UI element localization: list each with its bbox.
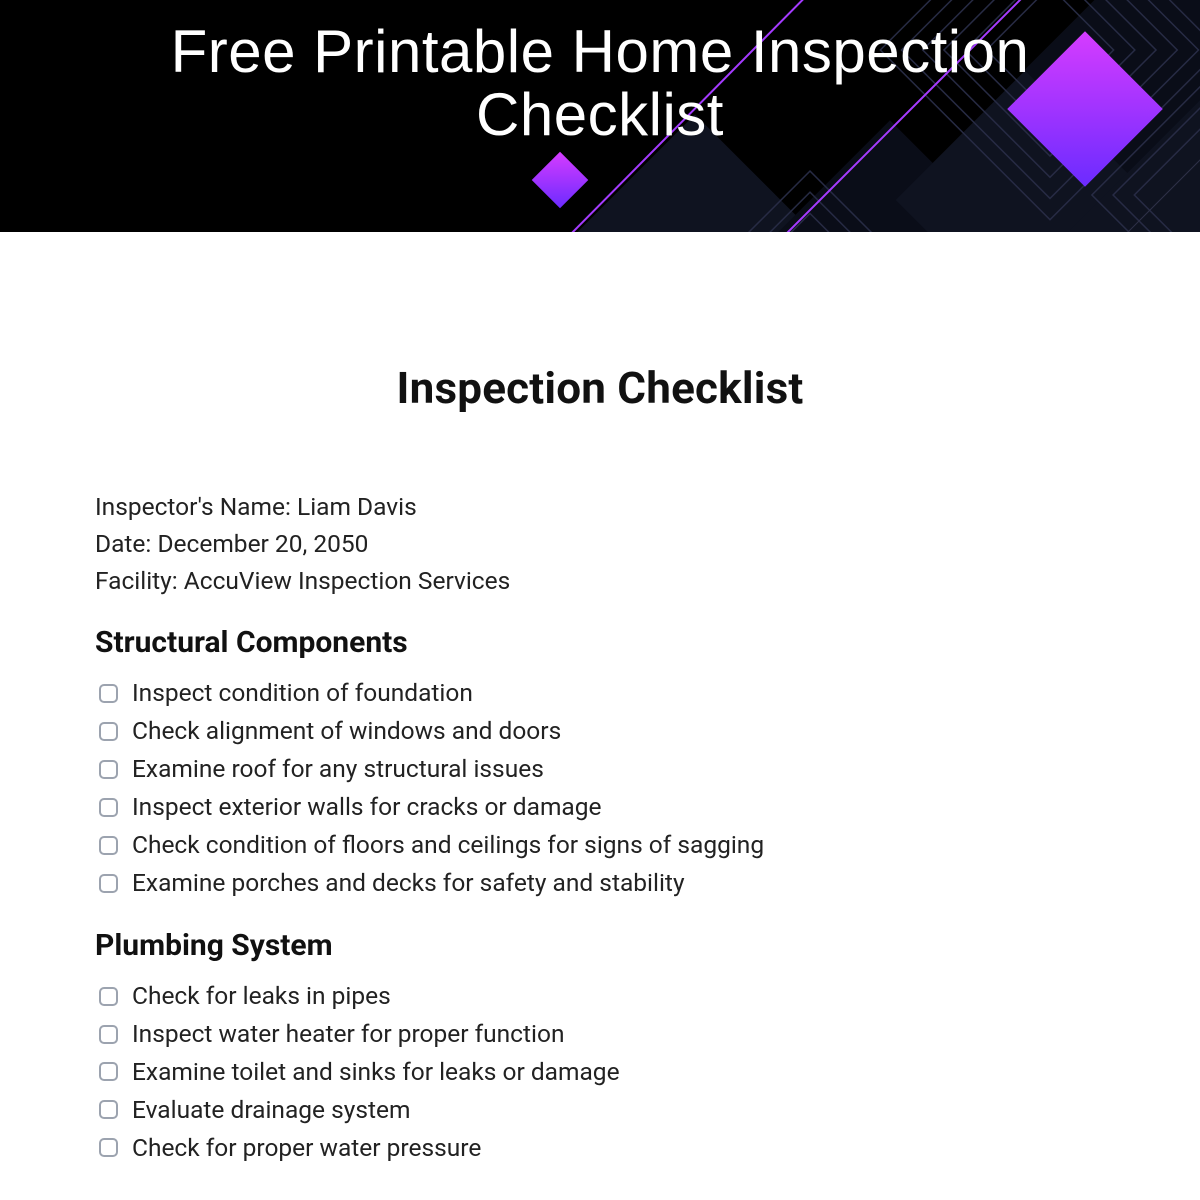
item-label: Examine porches and decks for safety and… xyxy=(132,864,685,902)
meta-label: Facility: xyxy=(95,566,178,595)
checkbox-icon[interactable] xyxy=(99,1100,118,1119)
checkbox-icon[interactable] xyxy=(99,874,118,893)
item-label: Inspect exterior walls for cracks or dam… xyxy=(132,788,602,826)
list-item: Inspect condition of foundation xyxy=(99,674,1105,712)
list-item: Check condition of floors and ceilings f… xyxy=(99,826,1105,864)
item-label: Check for proper water pressure xyxy=(132,1129,481,1167)
page-title: Inspection Checklist xyxy=(95,362,1105,414)
checkbox-icon[interactable] xyxy=(99,760,118,779)
checkbox-icon[interactable] xyxy=(99,836,118,855)
list-item: Examine porches and decks for safety and… xyxy=(99,864,1105,902)
list-item: Inspect water heater for proper function xyxy=(99,1015,1105,1053)
checklist-plumbing: Check for leaks in pipes Inspect water h… xyxy=(95,977,1105,1167)
item-label: Examine roof for any structural issues xyxy=(132,750,544,788)
list-item: Check alignment of windows and doors xyxy=(99,712,1105,750)
checkbox-icon[interactable] xyxy=(99,684,118,703)
inspection-meta: Inspector's Name: Liam Davis Date: Decem… xyxy=(95,489,1105,599)
list-item: Check for leaks in pipes xyxy=(99,977,1105,1015)
banner-hero: Free Printable Home Inspection Checklist xyxy=(0,0,1200,232)
item-label: Inspect condition of foundation xyxy=(132,674,473,712)
list-item: Examine roof for any structural issues xyxy=(99,750,1105,788)
list-item: Check for proper water pressure xyxy=(99,1129,1105,1167)
checkbox-icon[interactable] xyxy=(99,1062,118,1081)
meta-value: December 20, 2050 xyxy=(157,529,368,558)
meta-row-inspector: Inspector's Name: Liam Davis xyxy=(95,489,1105,526)
list-item: Evaluate drainage system xyxy=(99,1091,1105,1129)
checkbox-icon[interactable] xyxy=(99,798,118,817)
meta-label: Date: xyxy=(95,529,151,558)
meta-value: Liam Davis xyxy=(297,492,417,521)
meta-row-facility: Facility: AccuView Inspection Services xyxy=(95,563,1105,600)
checkbox-icon[interactable] xyxy=(99,722,118,741)
list-item: Examine toilet and sinks for leaks or da… xyxy=(99,1053,1105,1091)
item-label: Check alignment of windows and doors xyxy=(132,712,561,750)
item-label: Check for leaks in pipes xyxy=(132,977,391,1015)
item-label: Check condition of floors and ceilings f… xyxy=(132,826,764,864)
item-label: Evaluate drainage system xyxy=(132,1091,410,1129)
list-item: Inspect exterior walls for cracks or dam… xyxy=(99,788,1105,826)
section-heading: Plumbing System xyxy=(95,928,1105,963)
checkbox-icon[interactable] xyxy=(99,1138,118,1157)
meta-label: Inspector's Name: xyxy=(95,492,291,521)
checkbox-icon[interactable] xyxy=(99,1025,118,1044)
banner-title: Free Printable Home Inspection Checklist xyxy=(60,20,1140,146)
meta-value: AccuView Inspection Services xyxy=(184,566,510,595)
checklist-structural: Inspect condition of foundation Check al… xyxy=(95,674,1105,902)
item-label: Examine toilet and sinks for leaks or da… xyxy=(132,1053,620,1091)
checkbox-icon[interactable] xyxy=(99,987,118,1006)
section-heading: Structural Components xyxy=(95,625,1105,660)
meta-row-date: Date: December 20, 2050 xyxy=(95,526,1105,563)
item-label: Inspect water heater for proper function xyxy=(132,1015,564,1053)
document-page: Inspection Checklist Inspector's Name: L… xyxy=(0,232,1200,1167)
